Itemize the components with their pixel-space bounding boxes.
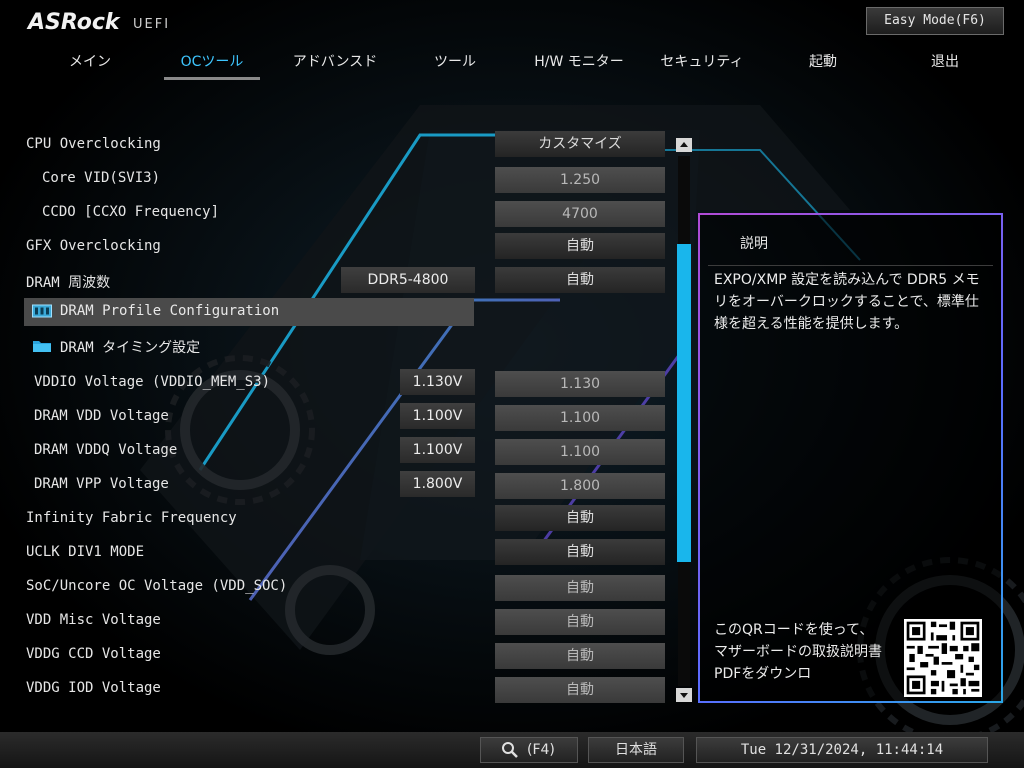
vdd-misc-voltage-label: VDD Misc Voltage — [26, 612, 161, 628]
search-button[interactable]: (F4) — [480, 737, 578, 763]
footer-bar: (F4) 日本語 Tue 12/31/2024, 11:44:14 — [0, 732, 1024, 768]
infinity-fabric-frequency-select[interactable]: 自動 — [495, 505, 665, 531]
arrow-up-icon[interactable] — [676, 138, 692, 152]
ccdo-input[interactable]: 4700 — [495, 201, 665, 227]
search-shortcut-label: (F4) — [527, 742, 555, 758]
description-text: EXPO/XMP 設定を読み込んで DDR5 メモリをオーバークロックすることで… — [714, 272, 980, 332]
description-title: 説明 — [740, 236, 768, 252]
qr-code-icon — [904, 619, 982, 697]
dram-vpp-voltage-current: 1.800V — [400, 471, 475, 497]
ccdo-label: CCDO [CCXO Frequency] — [42, 204, 220, 220]
dram-frequency-current: DDR5-4800 — [341, 267, 475, 293]
vddg-iod-voltage-input[interactable]: 自動 — [495, 677, 665, 703]
search-icon — [502, 742, 518, 758]
tab-boot[interactable]: 起動 — [780, 48, 866, 78]
arrow-down-icon[interactable] — [676, 688, 692, 702]
folder-icon — [33, 341, 51, 352]
dram-timing-settings-item[interactable]: DRAM タイミング設定 — [24, 332, 474, 360]
dram-profile-configuration-label: DRAM Profile Configuration — [60, 303, 280, 319]
dram-vpp-voltage-label: DRAM VPP Voltage — [34, 476, 169, 492]
qr-code-caption: このQRコードを使って、マザーボードの取扱説明書PDFをダウンロ — [714, 622, 882, 682]
vddio-voltage-current: 1.130V — [400, 369, 475, 395]
vddg-ccd-voltage-input[interactable]: 自動 — [495, 643, 665, 669]
dram-vdd-voltage-input[interactable]: 1.100 — [495, 405, 665, 431]
infinity-fabric-frequency-label: Infinity Fabric Frequency — [26, 510, 237, 526]
core-vid-label: Core VID(SVI3) — [42, 170, 161, 186]
description-divider — [708, 265, 993, 266]
easy-mode-button[interactable]: Easy Mode(F6) — [866, 7, 1004, 35]
dram-vddq-voltage-input[interactable]: 1.100 — [495, 439, 665, 465]
vdd-misc-voltage-input[interactable]: 自動 — [495, 609, 665, 635]
uclk-div1-mode-select[interactable]: 自動 — [495, 539, 665, 565]
memory-module-icon — [32, 304, 52, 318]
language-button[interactable]: 日本語 — [588, 737, 684, 763]
vddg-ccd-voltage-label: VDDG CCD Voltage — [26, 646, 161, 662]
gfx-overclocking-select[interactable]: 自動 — [495, 233, 665, 259]
dram-vddq-voltage-label: DRAM VDDQ Voltage — [34, 442, 178, 458]
core-vid-input[interactable]: 1.250 — [495, 167, 665, 193]
dram-vdd-voltage-label: DRAM VDD Voltage — [34, 408, 169, 424]
uclk-div1-mode-label: UCLK DIV1 MODE — [26, 544, 145, 560]
vddio-voltage-input[interactable]: 1.130 — [495, 371, 665, 397]
description-panel: 説明 EXPO/XMP 設定を読み込んで DDR5 メモリをオーバークロックする… — [698, 213, 1003, 703]
vddio-voltage-label: VDDIO Voltage (VDDIO_MEM_S3) — [34, 374, 271, 390]
dram-vdd-voltage-current: 1.100V — [400, 403, 475, 429]
date-time-display: Tue 12/31/2024, 11:44:14 — [696, 737, 988, 763]
dram-vddq-voltage-current: 1.100V — [400, 437, 475, 463]
cpu-overclocking-label: CPU Overclocking — [26, 136, 161, 152]
soc-voltage-input[interactable]: 自動 — [495, 575, 665, 601]
tab-exit[interactable]: 退出 — [900, 48, 990, 78]
gfx-overclocking-label: GFX Overclocking — [26, 238, 161, 254]
soc-voltage-label: SoC/Uncore OC Voltage (VDD_SOC) — [26, 578, 288, 594]
vddg-iod-voltage-label: VDDG IOD Voltage — [26, 680, 161, 696]
dram-timing-settings-label: DRAM タイミング設定 — [60, 340, 201, 356]
scrollbar-thumb[interactable] — [677, 244, 691, 562]
dram-profile-configuration-item[interactable]: DRAM Profile Configuration — [24, 298, 474, 326]
cpu-overclocking-select[interactable]: カスタマイズ — [495, 131, 665, 157]
dram-vpp-voltage-input[interactable]: 1.800 — [495, 473, 665, 499]
dram-frequency-label: DRAM 周波数 — [26, 275, 111, 291]
settings-list: CPU Overclocking カスタマイズ Core VID(SVI3) 1… — [0, 0, 692, 720]
dram-frequency-select[interactable]: 自動 — [495, 267, 665, 293]
